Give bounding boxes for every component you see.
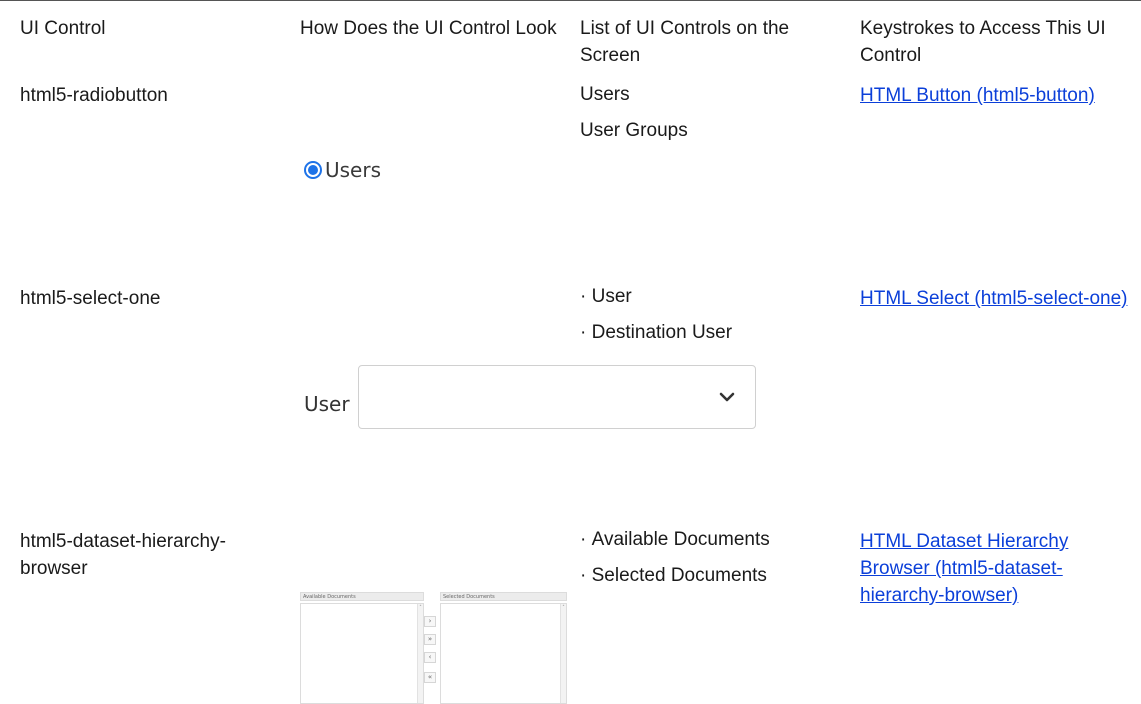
header-how-look: How Does the UI Control Look [300,18,557,39]
list-item: User Groups [580,120,688,141]
html-select-link[interactable]: HTML Select (html5-select-one) [860,288,1127,309]
list-item: Destination User [580,315,850,351]
selected-documents-list[interactable]: ˄ [440,603,567,704]
select-sample: User [304,365,756,429]
move-all-right-button[interactable]: » [424,634,436,645]
row-keystroke-link-cell: HTML Dataset Hierarchy Browser (html5-da… [860,528,1130,609]
row-controls-list: Users User Groups [580,77,850,149]
header-ui-control: UI Control [20,18,106,39]
move-left-button[interactable]: ‹ [424,652,436,663]
header-keystrokes: Keystrokes to Access This UI Control [860,18,1106,66]
scrollbar[interactable]: ˄ [417,604,423,703]
chevron-down-icon [719,392,734,402]
radio-selected-icon[interactable] [304,161,322,179]
available-documents-list[interactable]: ˄ [300,603,424,704]
list-item: Selected Documents [580,558,850,594]
list-item: User [580,279,850,315]
row-keystroke-link-cell: HTML Button (html5-button) [860,82,1130,109]
radio-button-sample[interactable]: Users [304,158,381,182]
row-controls-list: User Destination User [580,279,850,351]
available-documents-header: Available Documents [300,592,424,601]
move-right-button[interactable]: › [424,616,436,627]
row-control-name: html5-select-one [20,288,161,309]
list-item: Users [580,84,630,105]
list-item: Available Documents [580,522,850,558]
header-list-of-controls: List of UI Controls on the Screen [580,18,790,66]
row-control-name: html5-radiobutton [20,85,168,106]
row-control-name: html5-dataset-hierarchy-browser [20,531,226,579]
radio-label: Users [325,158,382,182]
table-top-border [0,0,1141,1]
html-button-link[interactable]: HTML Button (html5-button) [860,85,1095,106]
html-dataset-hierarchy-browser-link[interactable]: HTML Dataset Hierarchy Browser (html5-da… [860,531,1068,606]
selected-documents-header: Selected Documents [440,592,567,601]
select-label: User [304,392,350,416]
dataset-hierarchy-browser-sample: Available Documents ˄ › » ‹ « Selected D… [300,592,567,704]
row-controls-list: Available Documents Selected Documents [580,522,850,594]
row-keystroke-link-cell: HTML Select (html5-select-one) [860,285,1130,312]
user-select[interactable] [357,365,756,429]
scrollbar[interactable]: ˄ [560,604,566,703]
move-all-left-button[interactable]: « [424,672,436,683]
